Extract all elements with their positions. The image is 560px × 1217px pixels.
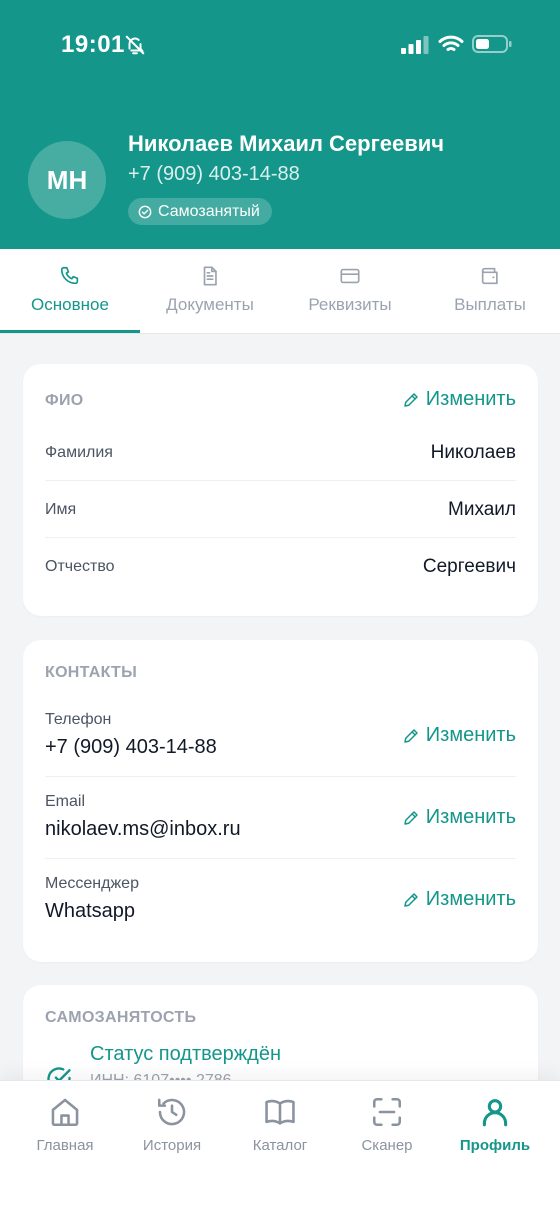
messenger-edit-button[interactable]: Изменить	[402, 888, 516, 911]
patronymic-label: Отчество	[45, 558, 115, 575]
nav-label: История	[142, 1137, 202, 1154]
check-circle-icon	[138, 205, 152, 218]
nav-label: Главная	[36, 1137, 94, 1154]
tab-label: Реквизиты	[308, 295, 392, 314]
nav-label: Сканер	[361, 1137, 413, 1154]
selfemployed-status: Статус подтверждён	[90, 1043, 281, 1065]
edit-label: Изменить	[425, 724, 516, 746]
status-badge: Самозанятый	[128, 198, 272, 225]
tab-documents[interactable]: Документы	[140, 249, 280, 334]
divider	[45, 537, 516, 538]
profile-tabs: Основное Документы Реквизиты Выплаты	[0, 249, 560, 334]
nav-scanner[interactable]: Сканер	[331, 1095, 443, 1154]
divider	[45, 480, 516, 481]
active-tab-indicator	[0, 330, 140, 333]
fio-edit-button[interactable]: Изменить	[402, 388, 516, 411]
fio-card-title: ФИО	[45, 392, 84, 409]
scanner-icon	[372, 1097, 402, 1127]
surname-value: Николаев	[430, 442, 516, 463]
nav-home[interactable]: Главная	[9, 1095, 121, 1154]
status-badge-label: Самозанятый	[158, 202, 260, 220]
email-edit-button[interactable]: Изменить	[402, 806, 516, 829]
edit-label: Изменить	[425, 806, 516, 828]
tab-label: Основное	[31, 295, 109, 314]
profile-phone: +7 (909) 403-14-88	[128, 163, 300, 185]
cellular-signal-icon	[401, 36, 429, 54]
tab-payouts[interactable]: Выплаты	[420, 249, 560, 334]
surname-label: Фамилия	[45, 444, 113, 461]
profile-name: Николаев Михаил Сергеевич	[128, 131, 445, 156]
divider	[45, 858, 516, 859]
book-icon	[265, 1099, 295, 1125]
firstname-value: Михаил	[448, 499, 516, 520]
pencil-icon	[404, 810, 418, 825]
tab-label: Выплаты	[454, 295, 526, 314]
edit-label: Изменить	[425, 888, 516, 910]
nav-label: Профиль	[459, 1137, 531, 1154]
battery-icon	[472, 35, 512, 53]
user-icon	[482, 1099, 508, 1127]
firstname-label: Имя	[45, 501, 77, 518]
divider	[45, 776, 516, 777]
history-icon	[157, 1098, 186, 1126]
status-time: 19:01	[61, 31, 125, 58]
phone-icon	[60, 266, 79, 285]
bottom-navigation: Главная История Каталог Сканер Профиль	[0, 1080, 560, 1217]
pencil-icon	[404, 392, 418, 407]
edit-label: Изменить	[425, 388, 516, 410]
pencil-icon	[404, 892, 418, 907]
email-value: nikolaev.ms@inbox.ru	[45, 818, 241, 840]
tab-main[interactable]: Основное	[0, 249, 140, 334]
contacts-card: КОНТАКТЫ Телефон +7 (909) 403-14-88 Изме…	[23, 640, 538, 962]
patronymic-value: Сергеевич	[422, 556, 516, 577]
messenger-label: Мессенджер	[45, 875, 139, 892]
nav-catalog[interactable]: Каталог	[224, 1095, 336, 1154]
tab-label: Документы	[166, 295, 254, 314]
nav-history[interactable]: История	[116, 1095, 228, 1154]
contacts-card-title: КОНТАКТЫ	[45, 664, 138, 681]
document-icon	[203, 266, 217, 286]
bell-muted-icon	[125, 35, 145, 55]
selfemployed-card-title: САМОЗАНЯТОСТЬ	[45, 1009, 197, 1026]
phone-value: +7 (909) 403-14-88	[45, 736, 217, 758]
phone-edit-button[interactable]: Изменить	[402, 724, 516, 747]
pencil-icon	[404, 728, 418, 743]
wallet-icon	[481, 267, 498, 285]
messenger-value: Whatsapp	[45, 900, 136, 922]
status-bar: 19:01	[0, 0, 560, 92]
phone-label: Телефон	[45, 711, 112, 728]
nav-profile[interactable]: Профиль	[439, 1095, 551, 1154]
avatar: МН	[28, 141, 106, 219]
profile-header: 19:01 МН Николаев Михаил Сергеевич +7 (9…	[0, 0, 560, 249]
card-icon	[340, 268, 360, 284]
email-label: Email	[45, 793, 86, 810]
fio-card: ФИО Изменить Фамилия Николаев Имя Михаил…	[23, 364, 538, 616]
home-icon	[51, 1098, 79, 1127]
nav-label: Каталог	[252, 1137, 308, 1154]
wifi-icon	[438, 35, 464, 51]
tab-requisites[interactable]: Реквизиты	[280, 249, 420, 334]
